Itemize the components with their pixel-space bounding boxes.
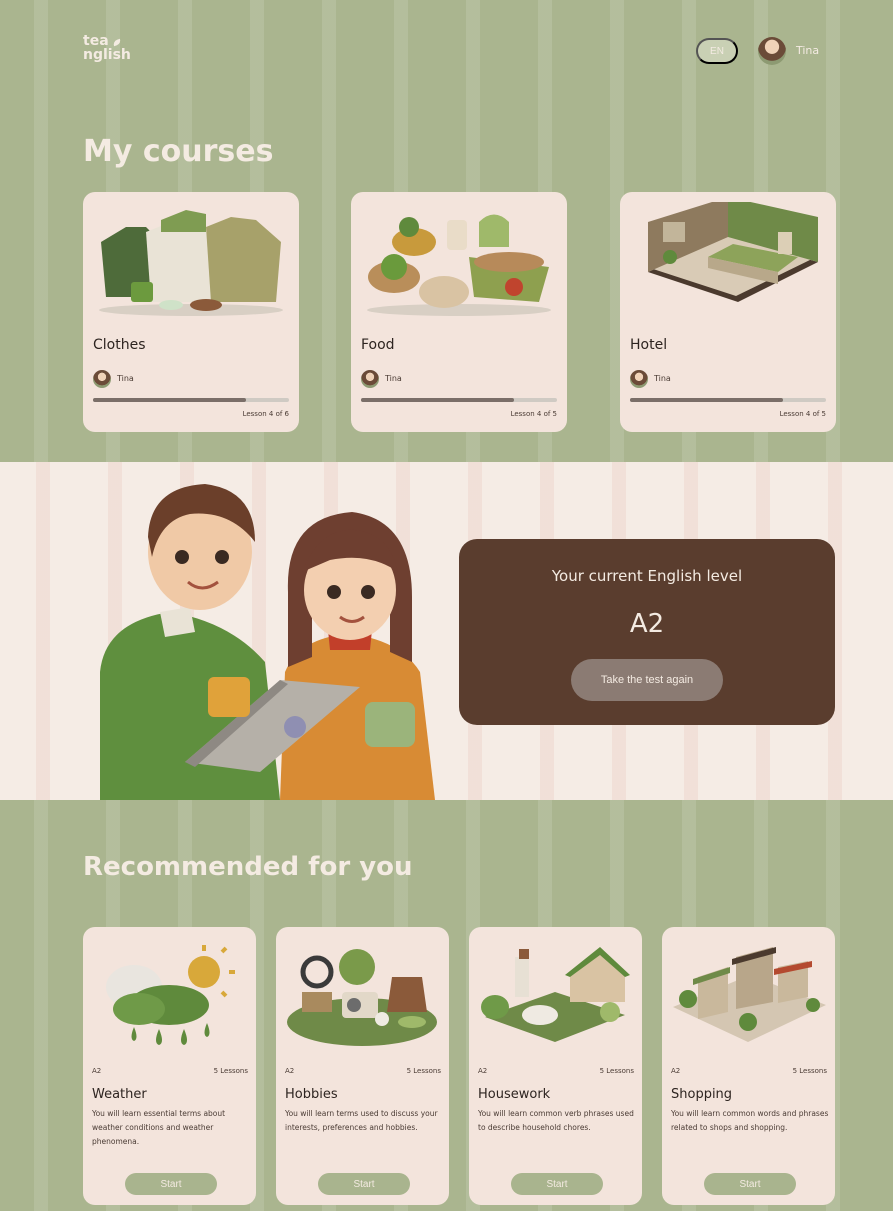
lesson-count: 5 Lessons	[792, 1067, 827, 1075]
students-illustration-icon	[100, 484, 435, 800]
recommended-card-shopping[interactable]: A2 5 Lessons Shopping You will learn com…	[662, 927, 835, 1205]
lesson-count: 5 Lessons	[213, 1067, 248, 1075]
course-author: Tina	[654, 374, 671, 383]
course-title: Food	[361, 337, 395, 353]
progress-fill	[630, 398, 783, 402]
weather-illustration-icon	[106, 945, 235, 1045]
hobbies-illustration-icon	[287, 949, 437, 1046]
start-button[interactable]: Start	[511, 1173, 603, 1195]
course-card-food[interactable]: Food Tina Lesson 4 of 5	[351, 192, 567, 432]
course-level: A2	[478, 1067, 488, 1075]
course-description: You will learn terms used to discuss you…	[285, 1109, 438, 1132]
hotel-illustration-icon	[648, 202, 818, 302]
food-illustration-icon	[367, 214, 551, 316]
lesson-count: Lesson 4 of 5	[510, 410, 557, 418]
course-author: Tina	[385, 374, 402, 383]
start-button[interactable]: Start	[704, 1173, 796, 1195]
language-button[interactable]: EN	[696, 38, 738, 64]
logo[interactable]: tea nglish	[83, 34, 131, 62]
start-button[interactable]: Start	[125, 1173, 217, 1195]
course-card-hotel[interactable]: Hotel Tina Lesson 4 of 5	[620, 192, 836, 432]
lesson-count: Lesson 4 of 5	[779, 410, 826, 418]
course-progress-bar	[93, 398, 289, 402]
course-description: You will learn common verb phrases used …	[478, 1109, 634, 1132]
course-title: Shopping	[671, 1087, 733, 1102]
course-description: You will learn common words and phrases …	[671, 1109, 829, 1132]
recommended-card-hobbies[interactable]: A2 5 Lessons Hobbies You will learn term…	[276, 927, 449, 1205]
start-button[interactable]: Start	[318, 1173, 410, 1195]
lesson-count: 5 Lessons	[406, 1067, 441, 1075]
author-avatar	[93, 370, 111, 388]
recommended-card-housework[interactable]: A2 5 Lessons Housework You will learn co…	[469, 927, 642, 1205]
level-value: A2	[629, 609, 665, 639]
housework-illustration-icon	[481, 947, 630, 1042]
my-courses-section: tea nglish EN Tina My courses Clothes Ti…	[0, 0, 893, 462]
recommended-card-weather[interactable]: A2 5 Lessons Weather You will learn esse…	[83, 927, 256, 1205]
course-title: Housework	[478, 1087, 551, 1102]
level-section: Your current English level A2 Take the t…	[0, 462, 893, 800]
my-courses-heading: My courses	[83, 134, 274, 169]
recommended-section: Recommended for you A2 5 Lessons Weather…	[0, 800, 893, 1211]
shopping-illustration-icon	[673, 947, 826, 1042]
recommended-heading: Recommended for you	[83, 852, 413, 882]
clothes-illustration-icon	[99, 210, 283, 316]
course-card-clothes[interactable]: Clothes Tina Lesson 4 of 6	[83, 192, 299, 432]
english-level-card: Your current English level A2 Take the t…	[459, 539, 835, 725]
lesson-count: 5 Lessons	[599, 1067, 634, 1075]
course-author: Tina	[117, 374, 134, 383]
course-level: A2	[285, 1067, 295, 1075]
course-title: Hotel	[630, 337, 668, 353]
course-progress-bar	[361, 398, 557, 402]
course-title: Weather	[92, 1087, 147, 1102]
author-avatar	[361, 370, 379, 388]
progress-fill	[361, 398, 514, 402]
take-test-again-button[interactable]: Take the test again	[571, 659, 723, 701]
course-title: Clothes	[93, 337, 146, 353]
logo-line-2: nglish	[83, 47, 131, 63]
progress-fill	[93, 398, 246, 402]
course-description: You will learn essential terms about wea…	[92, 1109, 226, 1146]
course-level: A2	[671, 1067, 681, 1075]
course-title: Hobbies	[285, 1087, 338, 1102]
author-avatar	[630, 370, 648, 388]
lesson-count: Lesson 4 of 6	[242, 410, 289, 418]
course-progress-bar	[630, 398, 826, 402]
user-avatar[interactable]	[758, 37, 786, 65]
course-level: A2	[92, 1067, 102, 1075]
user-name[interactable]: Tina	[796, 44, 819, 57]
leaf-icon	[112, 38, 122, 47]
level-label: Your current English level	[551, 567, 743, 585]
